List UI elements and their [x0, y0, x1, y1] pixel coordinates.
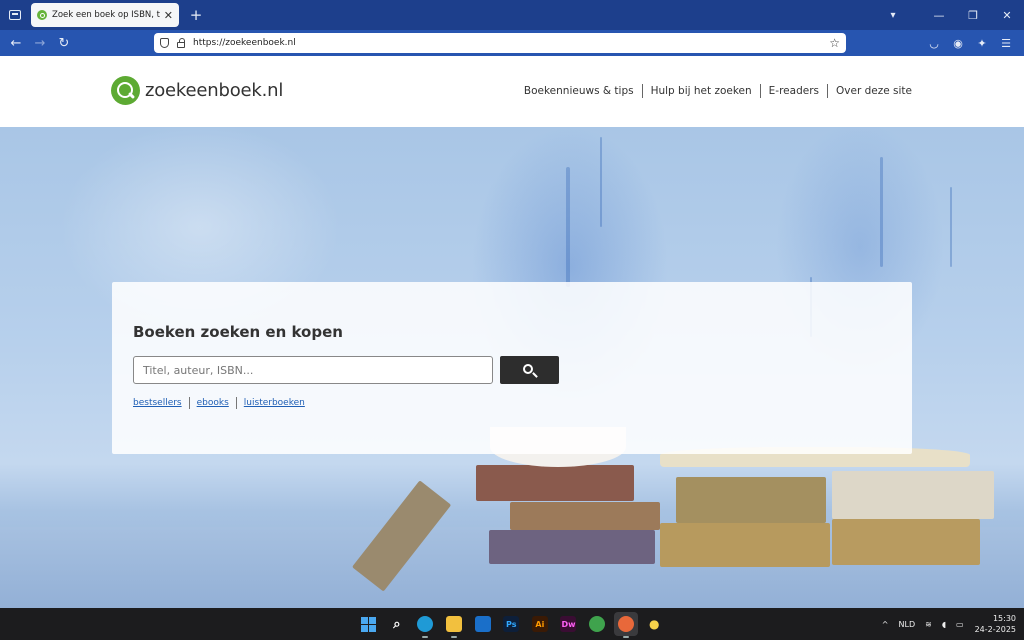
book-stack-item	[676, 477, 826, 523]
chrome-icon	[589, 616, 606, 632]
tips-icon: ●	[646, 616, 663, 632]
nav-boekennieuws[interactable]: Boekennieuws & tips	[516, 84, 643, 98]
minimize-button[interactable]: —	[922, 0, 956, 30]
wifi-icon[interactable]: ≋	[925, 620, 932, 629]
browser-tab-bar: Zoek een boek op ISBN, titel, auteur ✕ +…	[0, 0, 1024, 30]
nav-hulp[interactable]: Hulp bij het zoeken	[643, 84, 761, 98]
book-stack-item	[510, 502, 660, 530]
taskbar-start-button[interactable]	[356, 612, 380, 636]
wall-streak	[950, 187, 952, 267]
search-button[interactable]	[500, 356, 559, 384]
dreamweaver-icon: Dw	[560, 616, 577, 632]
book-stack-item	[660, 523, 830, 567]
illustrator-label: Ai	[535, 619, 545, 629]
menu-icon[interactable]: ☰	[994, 32, 1018, 54]
browser-nav-bar: ← → ↻ https://zoekeenboek.nl ☆ ◡ ◉ ✦ ☰	[0, 30, 1024, 56]
address-bar[interactable]: https://zoekeenboek.nl ☆	[154, 33, 846, 53]
language-indicator[interactable]: NLD	[899, 620, 916, 629]
wall-streak	[600, 137, 602, 227]
url-text[interactable]: https://zoekeenboek.nl	[193, 38, 829, 48]
running-indicator	[451, 636, 458, 638]
tab-title: Zoek een boek op ISBN, titel, auteur	[52, 10, 160, 20]
taskbar-apps: ⌕ Ps Ai Dw ●	[354, 612, 669, 638]
new-tab-button[interactable]: +	[186, 5, 206, 25]
nav-e-readers[interactable]: E-readers	[761, 84, 828, 98]
pocket-icon[interactable]: ◡	[922, 32, 946, 54]
wall-streak	[566, 167, 570, 287]
search-icon: ⌕	[388, 616, 405, 632]
firefox-icon	[617, 616, 634, 632]
search-title: Boeken zoeken en kopen	[133, 323, 343, 341]
illustrator-icon: Ai	[531, 616, 548, 632]
back-button[interactable]: ←	[4, 32, 28, 54]
windows-taskbar: ⌕ Ps Ai Dw ● ^ NLD ≋ ◖ ▭ 15:30 24-2-2025	[0, 608, 1024, 640]
extensions-icon[interactable]: ✦	[970, 32, 994, 54]
link-luisterboeken[interactable]: luisterboeken	[237, 397, 312, 409]
browser-tab-active[interactable]: Zoek een boek op ISBN, titel, auteur ✕	[31, 3, 179, 27]
dreamweaver-label: Dw	[561, 619, 576, 629]
window-controls: — ❐ ✕	[922, 0, 1024, 30]
book-stack-item	[832, 471, 994, 519]
tab-close-icon[interactable]: ✕	[164, 9, 173, 22]
book-stack-item	[832, 519, 980, 565]
account-icon[interactable]: ◉	[946, 32, 970, 54]
search-panel: Boeken zoeken en kopen bestsellers ebook…	[112, 282, 912, 454]
tab-list-button[interactable]	[2, 0, 28, 30]
running-indicator	[622, 636, 629, 638]
volume-icon[interactable]: ◖	[942, 620, 946, 629]
book-stack-item	[489, 530, 655, 564]
taskbar-edge-button[interactable]	[413, 612, 437, 638]
edge-icon	[417, 616, 434, 632]
clock-time: 15:30	[992, 614, 1016, 623]
file-explorer-icon	[446, 616, 463, 632]
battery-icon[interactable]: ▭	[956, 620, 964, 629]
taskbar-photoshop-button[interactable]: Ps	[499, 612, 523, 636]
taskbar-outlook-button[interactable]	[471, 612, 495, 636]
running-indicator	[422, 636, 429, 638]
wall-streak	[880, 157, 883, 267]
clock[interactable]: 15:30 24-2-2025	[975, 613, 1016, 635]
site-nav: Boekennieuws & tips Hulp bij het zoeken …	[516, 84, 912, 98]
taskbar-tips-button[interactable]: ●	[642, 612, 666, 636]
link-bestsellers[interactable]: bestsellers	[133, 397, 190, 409]
clock-date: 24-2-2025	[974, 625, 1016, 634]
search-input[interactable]	[133, 356, 493, 384]
close-window-button[interactable]: ✕	[990, 0, 1024, 30]
tracking-shield-icon[interactable]	[160, 38, 169, 48]
outlook-icon	[474, 616, 491, 632]
site-logo[interactable]: zoekeenboek.nl	[111, 76, 283, 105]
favicon-icon	[37, 10, 47, 20]
start-icon	[360, 616, 376, 632]
restore-button[interactable]: ❐	[956, 0, 990, 30]
quick-links: bestsellers ebooks luisterboeken	[133, 397, 312, 409]
photoshop-label: Ps	[506, 619, 517, 629]
photoshop-icon: Ps	[503, 616, 520, 632]
link-ebooks[interactable]: ebooks	[190, 397, 237, 409]
taskbar-chrome-button[interactable]	[585, 612, 609, 636]
forward-button[interactable]: →	[28, 32, 52, 54]
taskbar-dreamweaver-button[interactable]: Dw	[556, 612, 580, 636]
hero-banner: Boeken zoeken en kopen bestsellers ebook…	[0, 127, 1024, 608]
book-stack-item	[476, 465, 634, 501]
reload-button[interactable]: ↻	[52, 32, 76, 54]
system-tray: ^ NLD ≋ ◖ ▭ 15:30 24-2-2025	[877, 608, 1016, 640]
tray-overflow-icon[interactable]: ^	[882, 620, 889, 629]
taskbar-search-button[interactable]: ⌕	[385, 612, 409, 636]
nav-over[interactable]: Over deze site	[828, 84, 912, 98]
search-icon	[523, 363, 533, 374]
taskbar-firefox-button[interactable]	[613, 612, 638, 638]
logo-magnifier-icon	[111, 76, 140, 105]
lock-icon[interactable]	[177, 37, 185, 48]
tab-list-icon	[9, 10, 21, 20]
site-header: zoekeenboek.nl Boekennieuws & tips Hulp …	[0, 56, 1024, 127]
taskbar-file-explorer-button[interactable]	[442, 612, 466, 638]
tab-overflow-chevron-icon[interactable]: ▾	[884, 5, 902, 25]
bookmark-star-icon[interactable]: ☆	[829, 36, 840, 50]
toolbar-right: ◡ ◉ ✦ ☰	[922, 32, 1018, 54]
logo-text: zoekeenboek.nl	[145, 80, 284, 101]
taskbar-illustrator-button[interactable]: Ai	[528, 612, 552, 636]
